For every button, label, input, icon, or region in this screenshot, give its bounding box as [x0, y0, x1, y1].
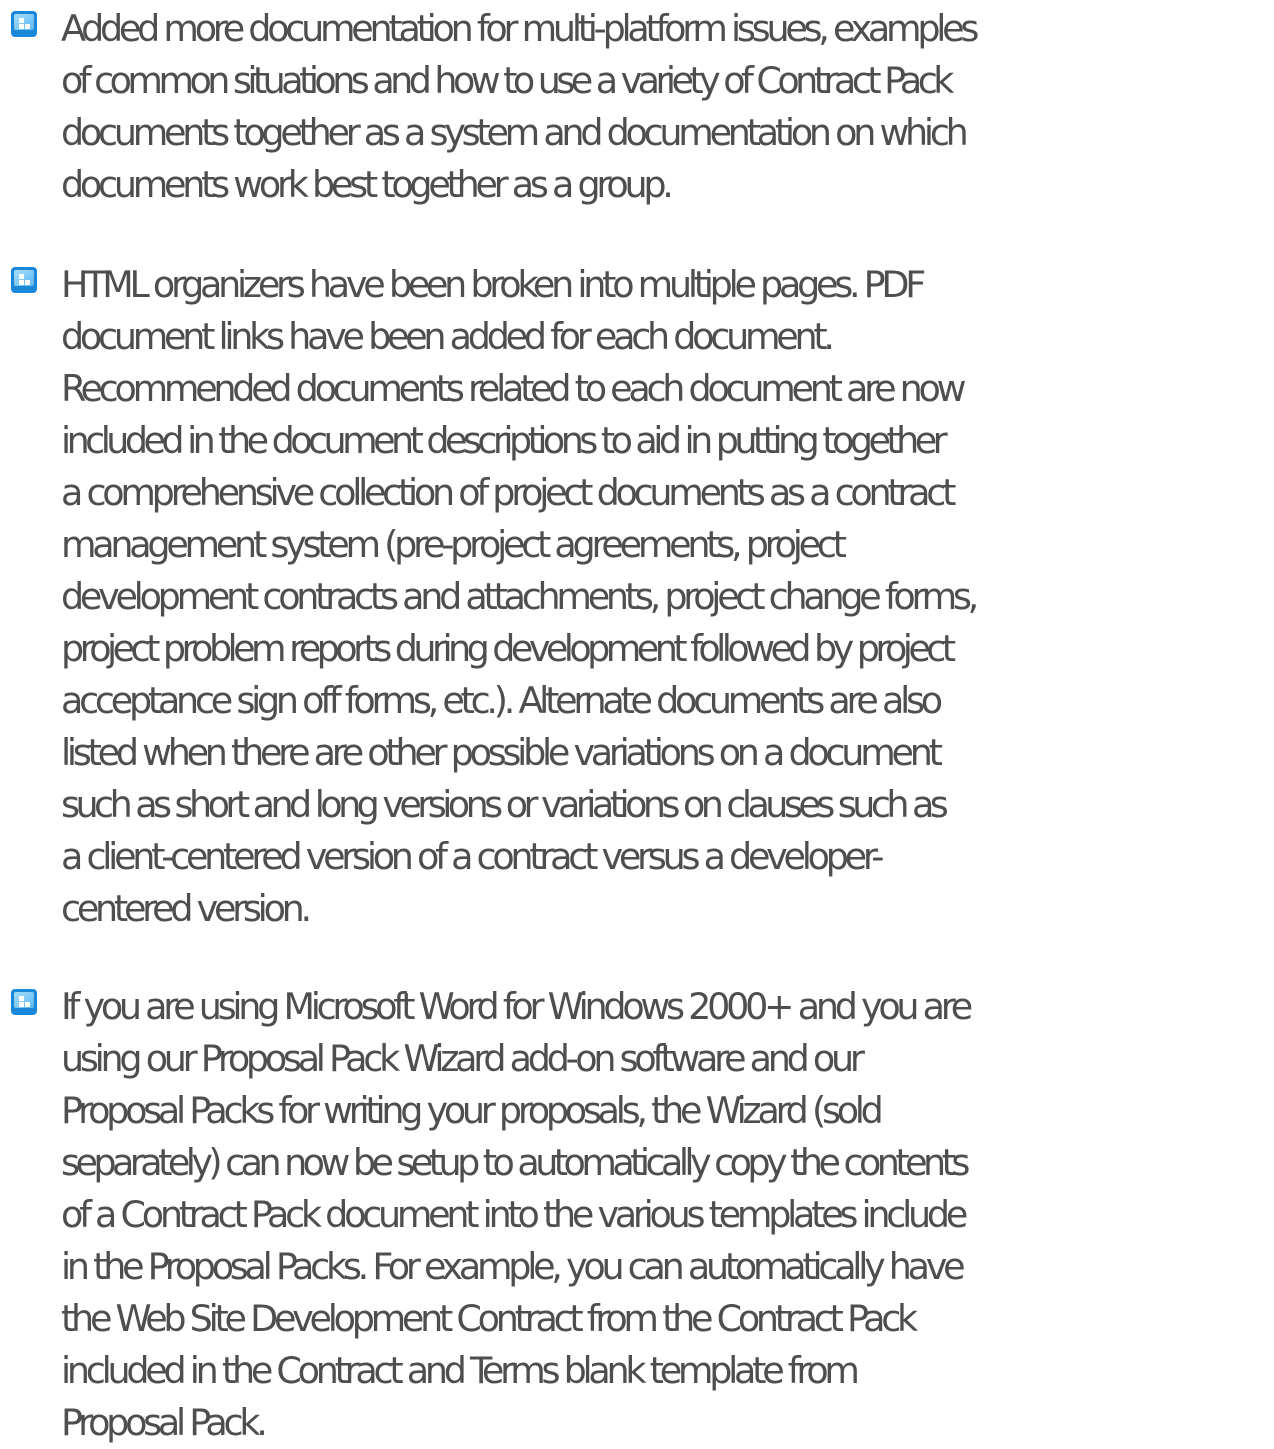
text-line: HTML organizers have been broken into mu… — [61, 263, 926, 306]
blue-square-bullet-icon — [11, 989, 37, 1015]
bullet-text: If you are using Microsoft Word for Wind… — [61, 981, 1269, 1449]
text-line: a comprehensive collection of project do… — [61, 471, 956, 514]
text-line: centered version. — [61, 887, 312, 930]
text-line: Proposal Pack. — [61, 1401, 268, 1444]
text-line: in the Proposal Packs. For example, you … — [61, 1245, 966, 1288]
blue-square-bullet-icon — [11, 11, 37, 37]
bullet-text: HTML organizers have been broken into mu… — [61, 259, 1269, 935]
text-line: using our Proposal Pack Wizard add-on so… — [61, 1037, 865, 1080]
text-line: acceptance sign off forms, etc.). Altern… — [61, 679, 943, 722]
text-line: separately) can now be setup to automati… — [61, 1141, 970, 1184]
text-line: documents work best together as a group. — [61, 163, 674, 206]
text-line: of common situations and how to use a va… — [61, 59, 954, 102]
text-line: of a Contract Pack document into the var… — [61, 1193, 968, 1236]
text-line: included in the Contract and Terms blank… — [61, 1349, 860, 1392]
text-line: If you are using Microsoft Word for Wind… — [61, 985, 973, 1028]
text-line: such as short and long versions or varia… — [61, 783, 949, 826]
bullet-text: Added more documentation for multi-platf… — [61, 3, 1269, 211]
text-line: management system (pre-project agreement… — [61, 523, 847, 566]
text-line: development contracts and attachments, p… — [61, 575, 979, 618]
text-line: document links have been added for each … — [61, 315, 835, 358]
text-line: documents together as a system and docum… — [61, 111, 969, 154]
blue-square-bullet-icon — [11, 267, 37, 293]
text-line: a client-centered version of a contract … — [61, 835, 884, 878]
text-line: the Web Site Development Contract from t… — [61, 1297, 918, 1340]
text-line: Recommended documents related to each do… — [61, 367, 966, 410]
text-line: Added more documentation for multi-platf… — [61, 7, 979, 50]
text-line: project problem reports during developme… — [61, 627, 956, 670]
text-line: included in the document descriptions to… — [61, 419, 948, 462]
text-line: Proposal Packs for writing your proposal… — [61, 1089, 884, 1132]
text-line: listed when there are other possible var… — [61, 731, 943, 774]
